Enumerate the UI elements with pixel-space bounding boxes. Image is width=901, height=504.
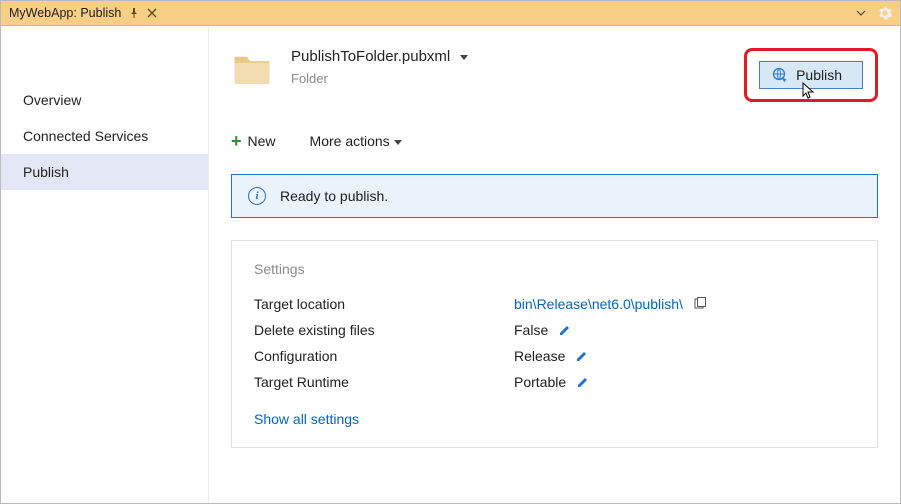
profile-header: PublishToFolder.pubxml Folder Publish	[231, 48, 878, 102]
profile-filename: PublishToFolder.pubxml	[291, 48, 450, 65]
settings-label: Target Runtime	[254, 374, 514, 390]
sidebar-item-publish[interactable]: Publish	[1, 154, 208, 190]
status-message: Ready to publish.	[280, 188, 388, 204]
sidebar: Overview Connected Services Publish	[1, 26, 209, 503]
settings-heading: Settings	[254, 261, 855, 277]
more-actions-button[interactable]: More actions	[310, 133, 402, 149]
target-location-link[interactable]: bin\Release\net6.0\publish\	[514, 296, 683, 312]
settings-label: Configuration	[254, 348, 514, 364]
new-profile-button[interactable]: + New	[231, 132, 276, 150]
globe-publish-icon	[772, 67, 788, 83]
title-bar: MyWebApp: Publish	[1, 1, 900, 26]
publish-button[interactable]: Publish	[759, 61, 863, 89]
pin-icon[interactable]	[129, 8, 139, 18]
profile-type: Folder	[291, 71, 468, 86]
settings-label: Delete existing files	[254, 322, 514, 338]
close-icon[interactable]	[147, 8, 157, 18]
settings-row-target-location: Target location bin\Release\net6.0\publi…	[254, 291, 855, 317]
settings-value: False	[514, 322, 548, 338]
settings-card: Settings Target location bin\Release\net…	[231, 240, 878, 448]
info-icon: i	[248, 187, 266, 205]
settings-label: Target location	[254, 296, 514, 312]
chevron-down-icon	[394, 133, 402, 149]
settings-value: Portable	[514, 374, 566, 390]
new-label: New	[248, 133, 276, 149]
main-content: PublishToFolder.pubxml Folder Publish	[209, 26, 900, 503]
window-dropdown-icon[interactable]	[856, 9, 866, 17]
settings-row-target-runtime: Target Runtime Portable	[254, 369, 855, 395]
edit-icon[interactable]	[558, 323, 572, 337]
sidebar-item-connected-services[interactable]: Connected Services	[1, 118, 208, 154]
settings-row-delete-existing: Delete existing files False	[254, 317, 855, 343]
copy-icon[interactable]	[693, 297, 707, 311]
folder-icon	[231, 48, 273, 90]
publish-button-label: Publish	[796, 67, 842, 83]
more-actions-label: More actions	[310, 133, 390, 149]
publish-button-highlight: Publish	[744, 48, 878, 102]
sidebar-item-overview[interactable]: Overview	[1, 82, 208, 118]
gear-icon[interactable]	[878, 6, 892, 20]
window-title: MyWebApp: Publish	[9, 6, 121, 20]
settings-value: Release	[514, 348, 565, 364]
edit-icon[interactable]	[575, 349, 589, 363]
cursor-icon	[802, 82, 818, 100]
status-banner: i Ready to publish.	[231, 174, 878, 218]
plus-icon: +	[231, 132, 242, 150]
window-tab[interactable]: MyWebApp: Publish	[9, 6, 157, 20]
profile-dropdown-icon[interactable]	[460, 49, 468, 64]
action-row: + New More actions	[231, 132, 878, 150]
show-all-settings-link[interactable]: Show all settings	[254, 411, 359, 427]
settings-row-configuration: Configuration Release	[254, 343, 855, 369]
edit-icon[interactable]	[576, 375, 590, 389]
